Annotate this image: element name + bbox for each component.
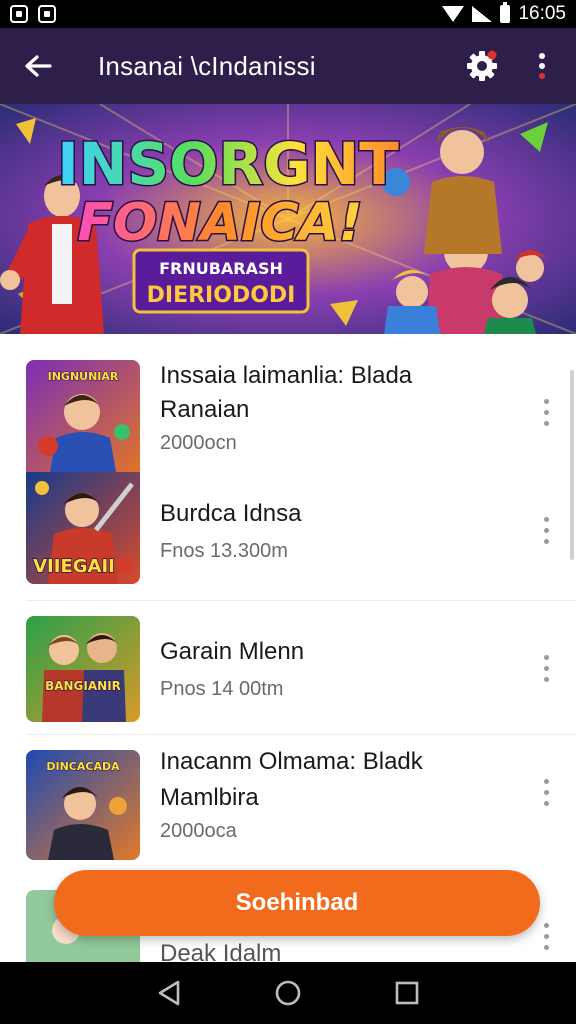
wifi-icon	[442, 6, 465, 22]
back-button[interactable]	[14, 42, 62, 90]
notification-app-icon	[38, 5, 56, 23]
app-title: Inssaia laimanlia: Blada	[160, 362, 413, 389]
thumb-label: BANGIANIR	[45, 679, 121, 693]
list-item[interactable]: DINCACADA Inacanm Olmama: Bladk Mamlbira…	[0, 734, 576, 862]
notification-app-icon	[10, 5, 28, 23]
app-title-line2: Ranaian	[160, 396, 250, 423]
circle-home-icon	[275, 980, 301, 1006]
download-button[interactable]: Soehinbad	[54, 870, 540, 936]
triangle-back-icon	[159, 980, 180, 1006]
item-more-button[interactable]	[534, 644, 558, 692]
app-title: Deak Idalm	[160, 940, 282, 962]
list-item[interactable]: BANGIANIR Garain Mlenn Pnos 14 00tm	[0, 600, 576, 730]
app-title-line2: Mamlbira	[160, 784, 259, 811]
page-title: Insanai \cIndanissi	[98, 50, 316, 81]
status-bar: 16:05	[0, 0, 576, 28]
item-more-button[interactable]	[534, 506, 558, 554]
gear-icon	[467, 50, 497, 81]
system-nav-bar	[0, 962, 576, 1024]
item-more-button[interactable]	[534, 768, 558, 816]
more-vertical-icon	[539, 53, 545, 79]
arrow-left-icon	[25, 55, 52, 77]
notification-icons	[10, 5, 56, 23]
thumb-label: INGNUNIAR	[48, 370, 119, 383]
banner-headline-line2: FONAICA!	[78, 193, 363, 253]
nav-recents-button[interactable]	[382, 968, 432, 1018]
app-subtitle: 2000oca	[160, 820, 237, 842]
banner-headline-line1: INSORGNT	[57, 130, 399, 198]
banner-tagline-line1: FRNUBARASH	[159, 259, 283, 278]
banner-tagline-line2: DIERIODODI	[147, 283, 296, 308]
settings-button[interactable]	[458, 42, 506, 90]
app-thumbnail: BANGIANIR	[26, 616, 140, 722]
scrollbar[interactable]	[570, 370, 574, 560]
app-subtitle: Fnos 13.300m	[160, 540, 288, 562]
list-item[interactable]: Burdca Idnsa Fnos 13.300m	[0, 474, 576, 600]
app-bar: Insanai \cIndanissi	[0, 28, 576, 104]
app-thumbnail: DINCACADA	[26, 750, 140, 860]
item-more-button[interactable]	[534, 388, 558, 436]
nav-back-button[interactable]	[144, 968, 194, 1018]
square-recents-icon	[395, 981, 418, 1005]
status-time: 16:05	[518, 3, 566, 24]
thumb-label: DINCACADA	[46, 760, 120, 773]
promo-banner[interactable]: INSORGNT FONAICA! FRNUBARASH DIERIODODI	[0, 104, 576, 334]
app-list: INGNUNIAR VIIEGAII Inssaia laimanlia: Bl…	[0, 334, 576, 962]
overflow-menu-button[interactable]	[522, 42, 562, 90]
signal-icon	[472, 6, 493, 22]
app-title: Garain Mlenn	[160, 638, 305, 665]
app-subtitle: 2000ocn	[160, 432, 237, 454]
app-title: Inacanm Olmama: Bladk	[160, 748, 423, 775]
app-subtitle: Pnos 14 00tm	[160, 678, 284, 700]
nav-home-button[interactable]	[263, 968, 313, 1018]
app-title: Burdca Idnsa	[160, 500, 302, 527]
item-more-button[interactable]	[534, 912, 558, 960]
battery-icon	[500, 2, 511, 23]
